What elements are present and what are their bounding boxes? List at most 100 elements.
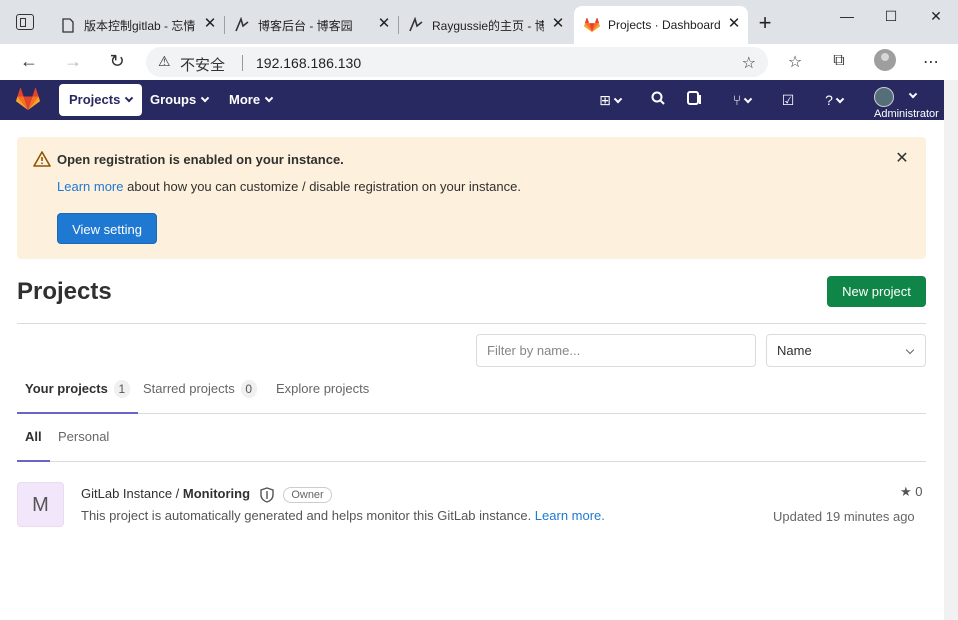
- tab-title: 版本控制gitlab - 忘情: [84, 18, 196, 33]
- browser-tab-active[interactable]: Projects · Dashboard ✕: [574, 6, 748, 44]
- gitlab-fox-icon: [584, 17, 600, 33]
- project-title: GitLab Instance / Monitoring Owner: [81, 486, 332, 503]
- page-title: Projects: [17, 278, 112, 305]
- refresh-icon[interactable]: ↻: [105, 50, 129, 72]
- close-icon[interactable]: ✕: [202, 16, 218, 32]
- gitlab-logo-icon[interactable]: [16, 88, 40, 112]
- chevron-down-icon[interactable]: [908, 89, 918, 99]
- window-close-icon[interactable]: ✕: [924, 8, 948, 24]
- address-bar[interactable]: ⚠ 不安全 192.168.186.130 ☆: [146, 47, 768, 77]
- warning-icon: [33, 151, 51, 167]
- warning-icon[interactable]: ⚠: [158, 53, 171, 70]
- updated-timestamp: Updated 19 minutes ago: [773, 509, 915, 524]
- tab-label: Explore projects: [276, 381, 370, 396]
- tab-title: 博客后台 - 博客园: [258, 18, 353, 33]
- alert-body: Learn more about how you can customize /…: [57, 179, 521, 194]
- chevron-down-icon: [200, 93, 210, 103]
- project-namespace[interactable]: GitLab Instance /: [81, 486, 183, 501]
- user-avatar[interactable]: [874, 87, 894, 107]
- user-name[interactable]: Administrator: [874, 108, 939, 120]
- tab-title: Projects · Dashboard: [608, 18, 720, 32]
- maximize-icon[interactable]: ☐: [879, 8, 903, 24]
- todo-icon[interactable]: ☑: [778, 90, 798, 110]
- registration-alert: Open registration is enabled on your ins…: [17, 137, 926, 259]
- tab-label: All: [25, 429, 42, 444]
- count-badge: 0: [240, 380, 257, 398]
- tab-label: Your projects: [25, 381, 108, 396]
- tab-separator: [398, 16, 399, 34]
- role-badge: Owner: [283, 486, 332, 503]
- sort-value: Name: [777, 343, 812, 358]
- star-count[interactable]: ★ 0: [900, 484, 923, 500]
- close-icon[interactable]: ✕: [894, 151, 910, 167]
- new-tab-icon[interactable]: +: [756, 12, 774, 34]
- nav-groups[interactable]: Groups: [140, 84, 218, 116]
- browser-tab-2[interactable]: 博客后台 - 博客园 ✕: [226, 6, 398, 44]
- create-new-icon[interactable]: ⊞: [593, 90, 627, 110]
- count-badge: 1: [113, 380, 130, 398]
- tab-label: Personal: [58, 429, 110, 444]
- project-tabs: Your projects 1 Starred projects 0 Explore…: [17, 372, 926, 414]
- minimize-icon[interactable]: —: [835, 8, 859, 24]
- cnblogs-icon: [408, 17, 424, 33]
- scrollbar[interactable]: [944, 80, 958, 620]
- divider: [242, 55, 243, 71]
- project-description: This project is automatically generated …: [81, 508, 605, 523]
- nav-projects[interactable]: Projects: [59, 84, 143, 116]
- chevron-down-icon: [905, 345, 915, 355]
- tab-title: Raygussie的主页 - 博: [432, 18, 544, 33]
- nav-more-label: More: [229, 92, 261, 107]
- tab-personal[interactable]: Personal: [58, 420, 109, 462]
- shield-icon: [259, 486, 274, 503]
- help-icon[interactable]: ?: [816, 90, 852, 110]
- security-label[interactable]: 不安全: [180, 54, 225, 75]
- tab-starred-projects[interactable]: Starred projects 0: [143, 372, 257, 414]
- more-menu-icon[interactable]: ⋯: [920, 52, 942, 72]
- chevron-down-icon: [125, 93, 134, 103]
- add-favorite-icon[interactable]: ☆: [742, 53, 756, 73]
- tab-explore-projects[interactable]: Explore projects: [276, 372, 369, 414]
- learn-more-link[interactable]: Learn more.: [535, 508, 605, 523]
- tab-all[interactable]: All: [17, 420, 50, 462]
- browser-tab-3[interactable]: Raygussie的主页 - 博 ✕: [400, 6, 572, 44]
- profile-avatar-icon[interactable]: [874, 49, 896, 71]
- favorites-icon[interactable]: ☆: [784, 52, 806, 72]
- view-setting-button[interactable]: View setting: [57, 213, 157, 244]
- close-icon[interactable]: ✕: [726, 16, 742, 32]
- scope-tabs: All Personal: [17, 420, 926, 462]
- document-icon: [60, 17, 76, 33]
- alert-title: Open registration is enabled on your ins…: [57, 152, 344, 167]
- cnblogs-icon: [234, 17, 250, 33]
- issues-icon[interactable]: [684, 90, 704, 110]
- merge-requests-icon[interactable]: ⑂: [724, 90, 760, 110]
- nav-groups-label: Groups: [150, 92, 197, 107]
- tab-actions-icon[interactable]: [16, 14, 34, 30]
- nav-projects-label: Projects: [69, 92, 121, 107]
- gitlab-header: Projects Groups More ⊞ ⑂ ☑ ? Administrat…: [0, 80, 944, 120]
- address-toolbar: ← → ↻ ⚠ 不安全 192.168.186.130 ☆ ☆ ⧉ ⋯: [0, 44, 958, 78]
- project-name-link[interactable]: Monitoring: [183, 486, 250, 501]
- new-project-button[interactable]: New project: [827, 276, 926, 307]
- close-icon[interactable]: ✕: [550, 16, 566, 32]
- divider: [17, 323, 926, 324]
- alert-body-text: about how you can customize / disable re…: [123, 179, 521, 194]
- star-icon: ★: [900, 484, 912, 499]
- chevron-down-icon: [264, 93, 274, 103]
- nav-more[interactable]: More: [219, 84, 282, 116]
- forward-arrow-icon[interactable]: →: [61, 50, 85, 72]
- url-text[interactable]: 192.168.186.130: [256, 55, 361, 71]
- filter-by-name-input[interactable]: [476, 334, 756, 367]
- search-icon[interactable]: [648, 90, 668, 110]
- back-arrow-icon[interactable]: ←: [17, 50, 41, 72]
- tab-your-projects[interactable]: Your projects 1: [17, 372, 138, 414]
- close-icon[interactable]: ✕: [376, 16, 392, 32]
- project-avatar[interactable]: M: [17, 482, 64, 527]
- tab-separator: [224, 16, 225, 34]
- browser-tab-bar: 版本控制gitlab - 忘情 ✕ 博客后台 - 博客园 ✕ Raygussie…: [0, 0, 958, 44]
- tab-label: Starred projects: [143, 381, 235, 396]
- sort-dropdown[interactable]: Name: [766, 334, 926, 367]
- browser-tab-1[interactable]: 版本控制gitlab - 忘情 ✕: [52, 6, 224, 44]
- learn-more-link[interactable]: Learn more: [57, 179, 123, 194]
- star-count-value: 0: [915, 484, 923, 499]
- collections-icon[interactable]: ⧉: [828, 52, 850, 72]
